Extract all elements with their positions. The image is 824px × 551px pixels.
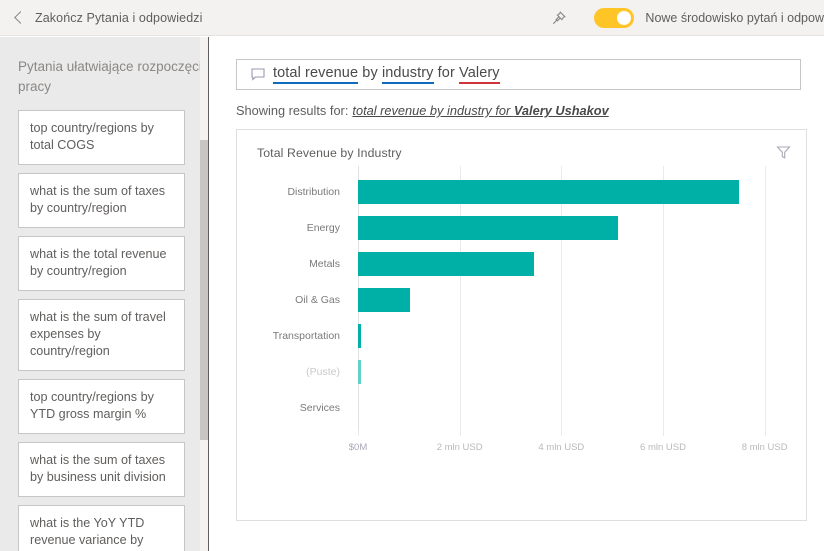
chevron-left-icon bbox=[14, 11, 27, 24]
chart-bars bbox=[358, 166, 785, 434]
suggestions-sidebar: Pytania ułatwiające rozpoczęcie pracy to… bbox=[0, 37, 200, 551]
suggestion-item[interactable]: what is the sum of taxes by country/regi… bbox=[18, 173, 185, 228]
qna-page: Zakończ Pytania i odpowiedzi Nowe środow… bbox=[0, 0, 824, 551]
chart-category-label: Energy bbox=[306, 222, 340, 234]
top-bar: Zakończ Pytania i odpowiedzi Nowe środow… bbox=[0, 0, 824, 36]
chart-category-label: Transportation bbox=[272, 330, 340, 342]
chart-bar-row[interactable] bbox=[358, 390, 785, 426]
chart-category-label: (Puste) bbox=[306, 366, 340, 378]
chat-bubble-icon bbox=[251, 68, 265, 81]
chart-bar-row[interactable] bbox=[358, 174, 785, 210]
resolved-question-text: total revenue by industry for bbox=[352, 103, 514, 118]
new-qna-experience-label: Nowe środowisko pytań i odpow bbox=[645, 10, 824, 25]
chart-value-axis: $0M 2 mln USD 4 mln USD 6 mln USD 8 mln USD bbox=[349, 430, 788, 460]
query-token: by bbox=[362, 65, 378, 81]
toggle-knob bbox=[617, 10, 632, 25]
chart-bar-row[interactable] bbox=[358, 246, 785, 282]
suggestion-item[interactable]: top country/regions by YTD gross margin … bbox=[18, 379, 185, 434]
showing-results-line: Showing results for: total revenue by in… bbox=[236, 103, 800, 118]
main-panel: total revenue by industry for Valery Sho… bbox=[209, 37, 824, 551]
sidebar-title: Pytania ułatwiające rozpoczęcie pracy bbox=[18, 57, 200, 97]
chart-bar-row[interactable] bbox=[358, 318, 785, 354]
question-input-text: total revenue by industry for Valery bbox=[273, 65, 500, 84]
filter-button[interactable] bbox=[773, 142, 793, 162]
query-token: for bbox=[437, 65, 455, 81]
chart-tick-mark bbox=[764, 430, 766, 436]
chart-tick-label: $0M bbox=[348, 442, 368, 453]
chart-bar[interactable] bbox=[358, 288, 411, 312]
new-qna-experience-toggle-group[interactable]: Nowe środowisko pytań i odpow bbox=[594, 7, 824, 28]
chart-card: Total Revenue by Industry Distribution En… bbox=[236, 129, 807, 521]
question-input[interactable]: total revenue by industry for Valery bbox=[236, 59, 801, 90]
chart-tick-mark bbox=[358, 430, 359, 436]
new-qna-experience-toggle[interactable] bbox=[594, 7, 635, 28]
suggestion-item[interactable]: what is the total revenue by country/reg… bbox=[18, 236, 185, 291]
chart-category-label: Oil & Gas bbox=[295, 294, 340, 306]
chart-bar-row[interactable] bbox=[358, 210, 785, 246]
chart-bar[interactable] bbox=[358, 360, 361, 384]
chart-bar[interactable] bbox=[358, 180, 739, 204]
chart-bar[interactable] bbox=[358, 252, 534, 276]
chart-title: Total Revenue by Industry bbox=[257, 146, 402, 160]
suggestion-list: top country/regions by total COGS what is… bbox=[18, 110, 186, 551]
query-token: industry bbox=[381, 65, 434, 84]
showing-results-prefix: Showing results for: bbox=[236, 103, 349, 118]
pin-button[interactable] bbox=[542, 1, 576, 35]
resolved-entity: Valery Ushakov bbox=[513, 103, 609, 118]
exit-qna-button[interactable]: Zakończ Pytania i odpowiedzi bbox=[0, 0, 202, 35]
chart-plot: Distribution Energy Metals Oil & Gas Transpo… bbox=[257, 166, 789, 464]
chart-tick-label: 6 mln USD bbox=[640, 442, 686, 453]
pin-icon bbox=[553, 10, 567, 24]
chart-tick-mark bbox=[663, 430, 664, 436]
sidebar-scrollbar-thumb[interactable] bbox=[200, 140, 208, 440]
chart-tick-label: 2 mln USD bbox=[436, 442, 483, 453]
suggestion-item[interactable]: top country/regions by total COGS bbox=[18, 110, 185, 165]
chart-bar-row[interactable] bbox=[358, 282, 785, 318]
chart-category-label: Metals bbox=[309, 258, 340, 270]
resolved-question: total revenue by industry for Valery Ush… bbox=[352, 103, 608, 118]
exit-qna-label: Zakończ Pytania i odpowiedzi bbox=[35, 10, 203, 25]
chart-bar[interactable] bbox=[358, 324, 361, 348]
sidebar-title-line2: pracy bbox=[18, 79, 52, 94]
suggestion-item[interactable]: what is the sum of taxes by business uni… bbox=[18, 442, 185, 497]
chart-tick-mark bbox=[561, 430, 563, 436]
chart-bar[interactable] bbox=[358, 216, 619, 240]
suggestion-item[interactable]: what is the sum of travel expenses by co… bbox=[18, 299, 185, 371]
chart-tick-label: 4 mln USD bbox=[538, 442, 585, 453]
chart-category-axis: Distribution Energy Metals Oil & Gas Transpo… bbox=[257, 174, 349, 426]
chart-bar-row[interactable] bbox=[358, 354, 785, 390]
chart-category-label: Distribution bbox=[287, 186, 340, 198]
top-bar-actions: Nowe środowisko pytań i odpow bbox=[542, 0, 824, 35]
chart-tick-mark bbox=[459, 430, 461, 436]
chart-category-label: Services bbox=[299, 402, 340, 414]
query-token: total revenue bbox=[273, 65, 359, 84]
sidebar-title-line1: Pytania ułatwiające rozpoczęcie bbox=[18, 59, 200, 74]
suggestion-item[interactable]: what is the YoY YTD revenue variance by … bbox=[18, 505, 185, 551]
query-token: Valery bbox=[459, 65, 500, 84]
filter-icon bbox=[775, 145, 791, 159]
chart-tick-label: 8 mln USD bbox=[741, 442, 788, 453]
